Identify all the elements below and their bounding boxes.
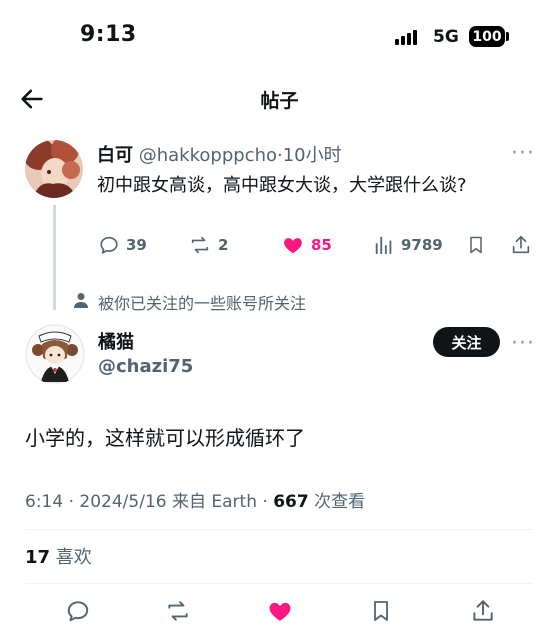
reply-button[interactable] <box>65 598 91 624</box>
divider <box>25 529 533 530</box>
thread-line <box>53 205 56 310</box>
views-count: 9789 <box>401 236 443 254</box>
time-ago: 10小时 <box>282 145 342 166</box>
handle[interactable]: @chazi75 <box>98 356 193 377</box>
share-button[interactable] <box>470 598 496 624</box>
post-source: 来自 Earth <box>171 492 257 512</box>
bookmark-button[interactable] <box>369 598 393 624</box>
page-title: 帖子 <box>260 90 299 112</box>
post-header: 白可 @hakkopppcho·10小时 <box>97 141 342 167</box>
reply-icon <box>98 234 120 256</box>
like-count: 85 <box>311 236 332 254</box>
repost-count: 2 <box>218 236 229 254</box>
post-date: 2024/5/16 <box>79 492 167 512</box>
likes-label: 喜欢 <box>55 547 92 568</box>
battery-icon: 100 <box>469 26 505 47</box>
handle[interactable]: @hakkopppcho <box>139 145 277 166</box>
display-name[interactable]: 橘猫 <box>98 328 134 354</box>
like-icon <box>266 598 294 624</box>
post-time: 6:14 <box>25 492 64 512</box>
repost-button[interactable]: 2 <box>188 234 228 256</box>
more-icon[interactable]: ··· <box>511 331 535 356</box>
reply-button[interactable]: 39 <box>98 234 147 256</box>
follow-button[interactable]: 关注 <box>433 327 500 357</box>
repost-icon <box>164 598 192 624</box>
person-icon <box>74 292 88 312</box>
display-name[interactable]: 白可 <box>97 145 133 166</box>
social-context: 被你已关注的一些账号所关注 <box>74 290 306 314</box>
network-label: 5G <box>433 27 459 47</box>
signal-icon <box>395 30 417 45</box>
like-icon <box>281 234 305 256</box>
like-button[interactable] <box>266 598 294 624</box>
post-text: 小学的，这样就可以形成循环了 <box>25 426 305 450</box>
repost-icon <box>188 234 212 256</box>
share-icon <box>470 598 496 624</box>
views-button[interactable]: 9789 <box>373 234 443 256</box>
bookmark-icon <box>466 234 486 256</box>
share-icon <box>510 234 532 256</box>
avatar[interactable] <box>25 324 85 384</box>
bookmark-icon <box>369 598 393 624</box>
share-button[interactable] <box>510 234 532 256</box>
battery-tip <box>506 32 509 41</box>
post-text: 初中跟女高谈，高中跟女大谈，大学跟什么谈? <box>97 175 467 196</box>
avatar[interactable] <box>25 140 83 198</box>
bookmark-button[interactable] <box>466 234 486 256</box>
views-label: 次查看 <box>314 492 366 512</box>
likes-summary[interactable]: 17 喜欢 <box>25 543 92 569</box>
repost-button[interactable] <box>164 598 192 624</box>
like-button[interactable]: 85 <box>281 234 332 256</box>
reply-count: 39 <box>126 236 147 254</box>
social-context-text: 被你已关注的一些账号所关注 <box>98 294 307 313</box>
views-icon <box>373 234 395 256</box>
likes-count: 17 <box>25 547 51 568</box>
reply-icon <box>65 598 91 624</box>
post-meta: 6:14 · 2024/5/16 来自 Earth · 667 次查看 <box>25 492 366 512</box>
status-time: 9:13 <box>80 22 137 47</box>
views-count: 667 <box>273 492 309 512</box>
more-icon[interactable]: ··· <box>511 141 535 166</box>
divider <box>25 583 533 584</box>
